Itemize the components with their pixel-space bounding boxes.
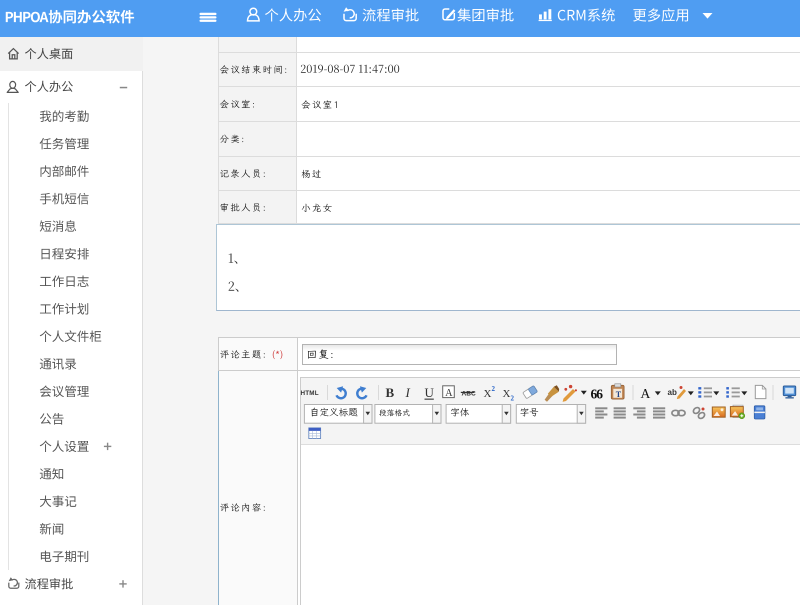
svg-text:A: A bbox=[445, 388, 453, 399]
svg-text:U: U bbox=[425, 385, 435, 400]
svg-text:T: T bbox=[616, 390, 622, 399]
svg-text:A: A bbox=[641, 386, 651, 401]
svg-text:ab: ab bbox=[668, 388, 677, 397]
svg-text:X: X bbox=[484, 388, 492, 400]
svg-text:HTML: HTML bbox=[301, 390, 319, 397]
svg-text:B: B bbox=[386, 385, 395, 400]
svg-text:66: 66 bbox=[591, 387, 604, 402]
svg-text:I: I bbox=[405, 385, 411, 400]
svg-text:ABC: ABC bbox=[462, 391, 477, 398]
svg-text:X: X bbox=[503, 388, 511, 400]
svg-text:2: 2 bbox=[492, 385, 496, 393]
svg-text:2: 2 bbox=[511, 395, 515, 403]
